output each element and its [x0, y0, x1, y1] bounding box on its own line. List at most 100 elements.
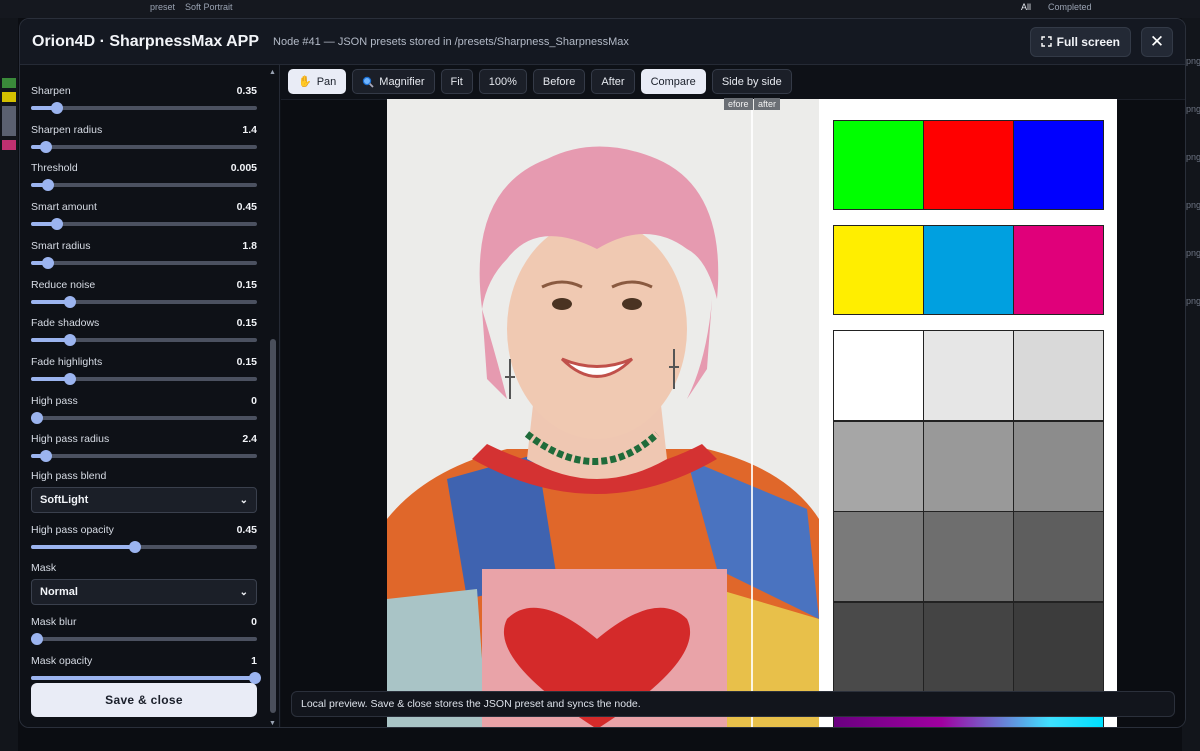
slider-track — [31, 183, 257, 188]
param-value: 2.4 — [242, 433, 257, 446]
close-button[interactable]: ✕ — [1141, 26, 1173, 57]
scrollbar-thumb[interactable] — [270, 339, 276, 713]
slider-fill — [31, 545, 136, 549]
color-swatch — [833, 330, 924, 421]
color-test-chart — [819, 99, 1117, 727]
after-tag: after — [754, 98, 781, 110]
bg-label: preset — [150, 2, 176, 12]
param-label: Mask blur — [31, 616, 77, 628]
color-swatch — [833, 601, 924, 693]
color-swatch — [833, 120, 924, 210]
slider[interactable] — [31, 295, 257, 308]
status-bar: Local preview. Save & close stores the J… — [291, 691, 1175, 717]
slider-thumb[interactable] — [41, 179, 54, 192]
param-value: 0.45 — [236, 201, 257, 214]
slider[interactable] — [31, 179, 257, 192]
slider[interactable] — [31, 411, 257, 424]
save-close-button[interactable]: Save & close — [31, 683, 257, 717]
param-mask: Mask Normal ⌄ — [31, 562, 257, 605]
side-by-side-button[interactable]: Side by side — [711, 69, 792, 94]
fullscreen-button[interactable]: Full screen — [1029, 26, 1131, 57]
color-swatch — [833, 225, 924, 315]
mask-select-value: Normal — [40, 586, 78, 598]
slider-thumb[interactable] — [39, 450, 52, 463]
bg-label: Soft Portrait — [185, 2, 233, 12]
before-button[interactable]: Before — [532, 69, 586, 94]
param-fade-highlights: Fade highlights 0.15 — [31, 356, 257, 385]
param-label: Sharpen — [31, 85, 71, 97]
param-smart-radius: Smart radius 1.8 — [31, 240, 257, 269]
slider-track — [31, 144, 257, 149]
scroll-down-icon[interactable]: ▼ — [269, 720, 276, 727]
editor-modal: Orion4D · SharpnessMax APP Node #41 — JS… — [19, 18, 1186, 728]
color-swatch — [923, 225, 1014, 315]
slider[interactable] — [31, 218, 257, 231]
bg-tab-all: All — [1021, 2, 1032, 12]
close-icon: ✕ — [1149, 31, 1165, 51]
slider[interactable] — [31, 450, 257, 463]
slider-thumb[interactable] — [63, 334, 76, 347]
scroll-up-icon[interactable]: ▲ — [269, 69, 276, 76]
fit-button[interactable]: Fit — [440, 69, 473, 94]
mask-select[interactable]: Normal ⌄ — [31, 579, 257, 605]
param-reduce-noise: Reduce noise 0.15 — [31, 279, 257, 308]
compare-button[interactable]: Compare — [640, 69, 706, 94]
slider-thumb[interactable] — [31, 411, 43, 424]
bg-swatch — [2, 78, 16, 88]
before-tag: efore — [724, 98, 753, 110]
slider-thumb[interactable] — [129, 541, 142, 553]
slider-thumb[interactable] — [50, 102, 63, 114]
magnifier-button[interactable]: Magnifier — [352, 69, 435, 94]
chevron-down-icon: ⌄ — [239, 494, 248, 506]
view-toolbar: ✋ Pan Magnifier Fit 100% Before After Co… — [288, 69, 792, 95]
magnifier-label: Magnifier — [379, 75, 425, 88]
slider-fill — [31, 676, 255, 680]
magnifier-icon — [363, 76, 374, 88]
slider-thumb[interactable] — [50, 218, 63, 231]
slider[interactable] — [31, 372, 257, 385]
app-title: Orion4D · SharpnessMax APP — [32, 32, 260, 50]
color-swatch — [923, 120, 1014, 210]
color-swatch — [923, 330, 1014, 421]
color-swatch — [1013, 511, 1104, 602]
param-label: Mask — [31, 562, 57, 574]
slider-track — [31, 637, 257, 641]
slider[interactable] — [31, 102, 257, 114]
pan-button[interactable]: ✋ Pan — [288, 69, 347, 94]
slider[interactable] — [31, 140, 257, 153]
param-label: Sharpen radius — [31, 123, 103, 136]
portrait-image — [387, 99, 819, 727]
slider[interactable] — [31, 334, 257, 347]
slider-thumb[interactable] — [41, 256, 54, 269]
param-label: Fade highlights — [31, 355, 103, 368]
after-button[interactable]: After — [591, 69, 635, 94]
zoom-100-button[interactable]: 100% — [478, 69, 527, 94]
param-label: High pass — [31, 394, 78, 407]
fullscreen-icon — [1040, 36, 1052, 47]
fullscreen-label: Full screen — [1056, 34, 1120, 49]
param-value: 0.005 — [230, 162, 257, 175]
slider-thumb[interactable] — [31, 633, 43, 645]
slider-thumb[interactable] — [63, 372, 76, 385]
param-value: 1.4 — [242, 123, 257, 136]
param-label: High pass opacity — [31, 524, 114, 536]
parameter-panel: Sharpen 0.35 Sharpen radius 1.4 Threshold 0.0… — [20, 65, 280, 727]
modal-header: Orion4D · SharpnessMax APP Node #41 — JS… — [20, 19, 1185, 65]
slider[interactable] — [31, 633, 257, 645]
color-swatch — [923, 420, 1014, 512]
blend-select[interactable]: SoftLight ⌄ — [31, 487, 257, 513]
slider[interactable] — [31, 256, 257, 269]
param-value: 0 — [251, 394, 257, 407]
compare-divider[interactable] — [751, 99, 753, 727]
param-label: Threshold — [31, 162, 78, 175]
color-swatch — [1013, 120, 1104, 210]
pan-label: Pan — [316, 75, 337, 88]
slider-thumb[interactable] — [39, 140, 52, 153]
sidebar-scrollbar[interactable]: ▲ ▼ — [268, 69, 278, 727]
slider[interactable] — [31, 541, 257, 553]
color-swatch — [923, 601, 1014, 693]
slider-thumb[interactable] — [63, 295, 76, 308]
color-swatch — [1013, 601, 1104, 693]
param-label: Smart amount — [31, 201, 97, 214]
param-label: High pass blend — [31, 470, 107, 482]
